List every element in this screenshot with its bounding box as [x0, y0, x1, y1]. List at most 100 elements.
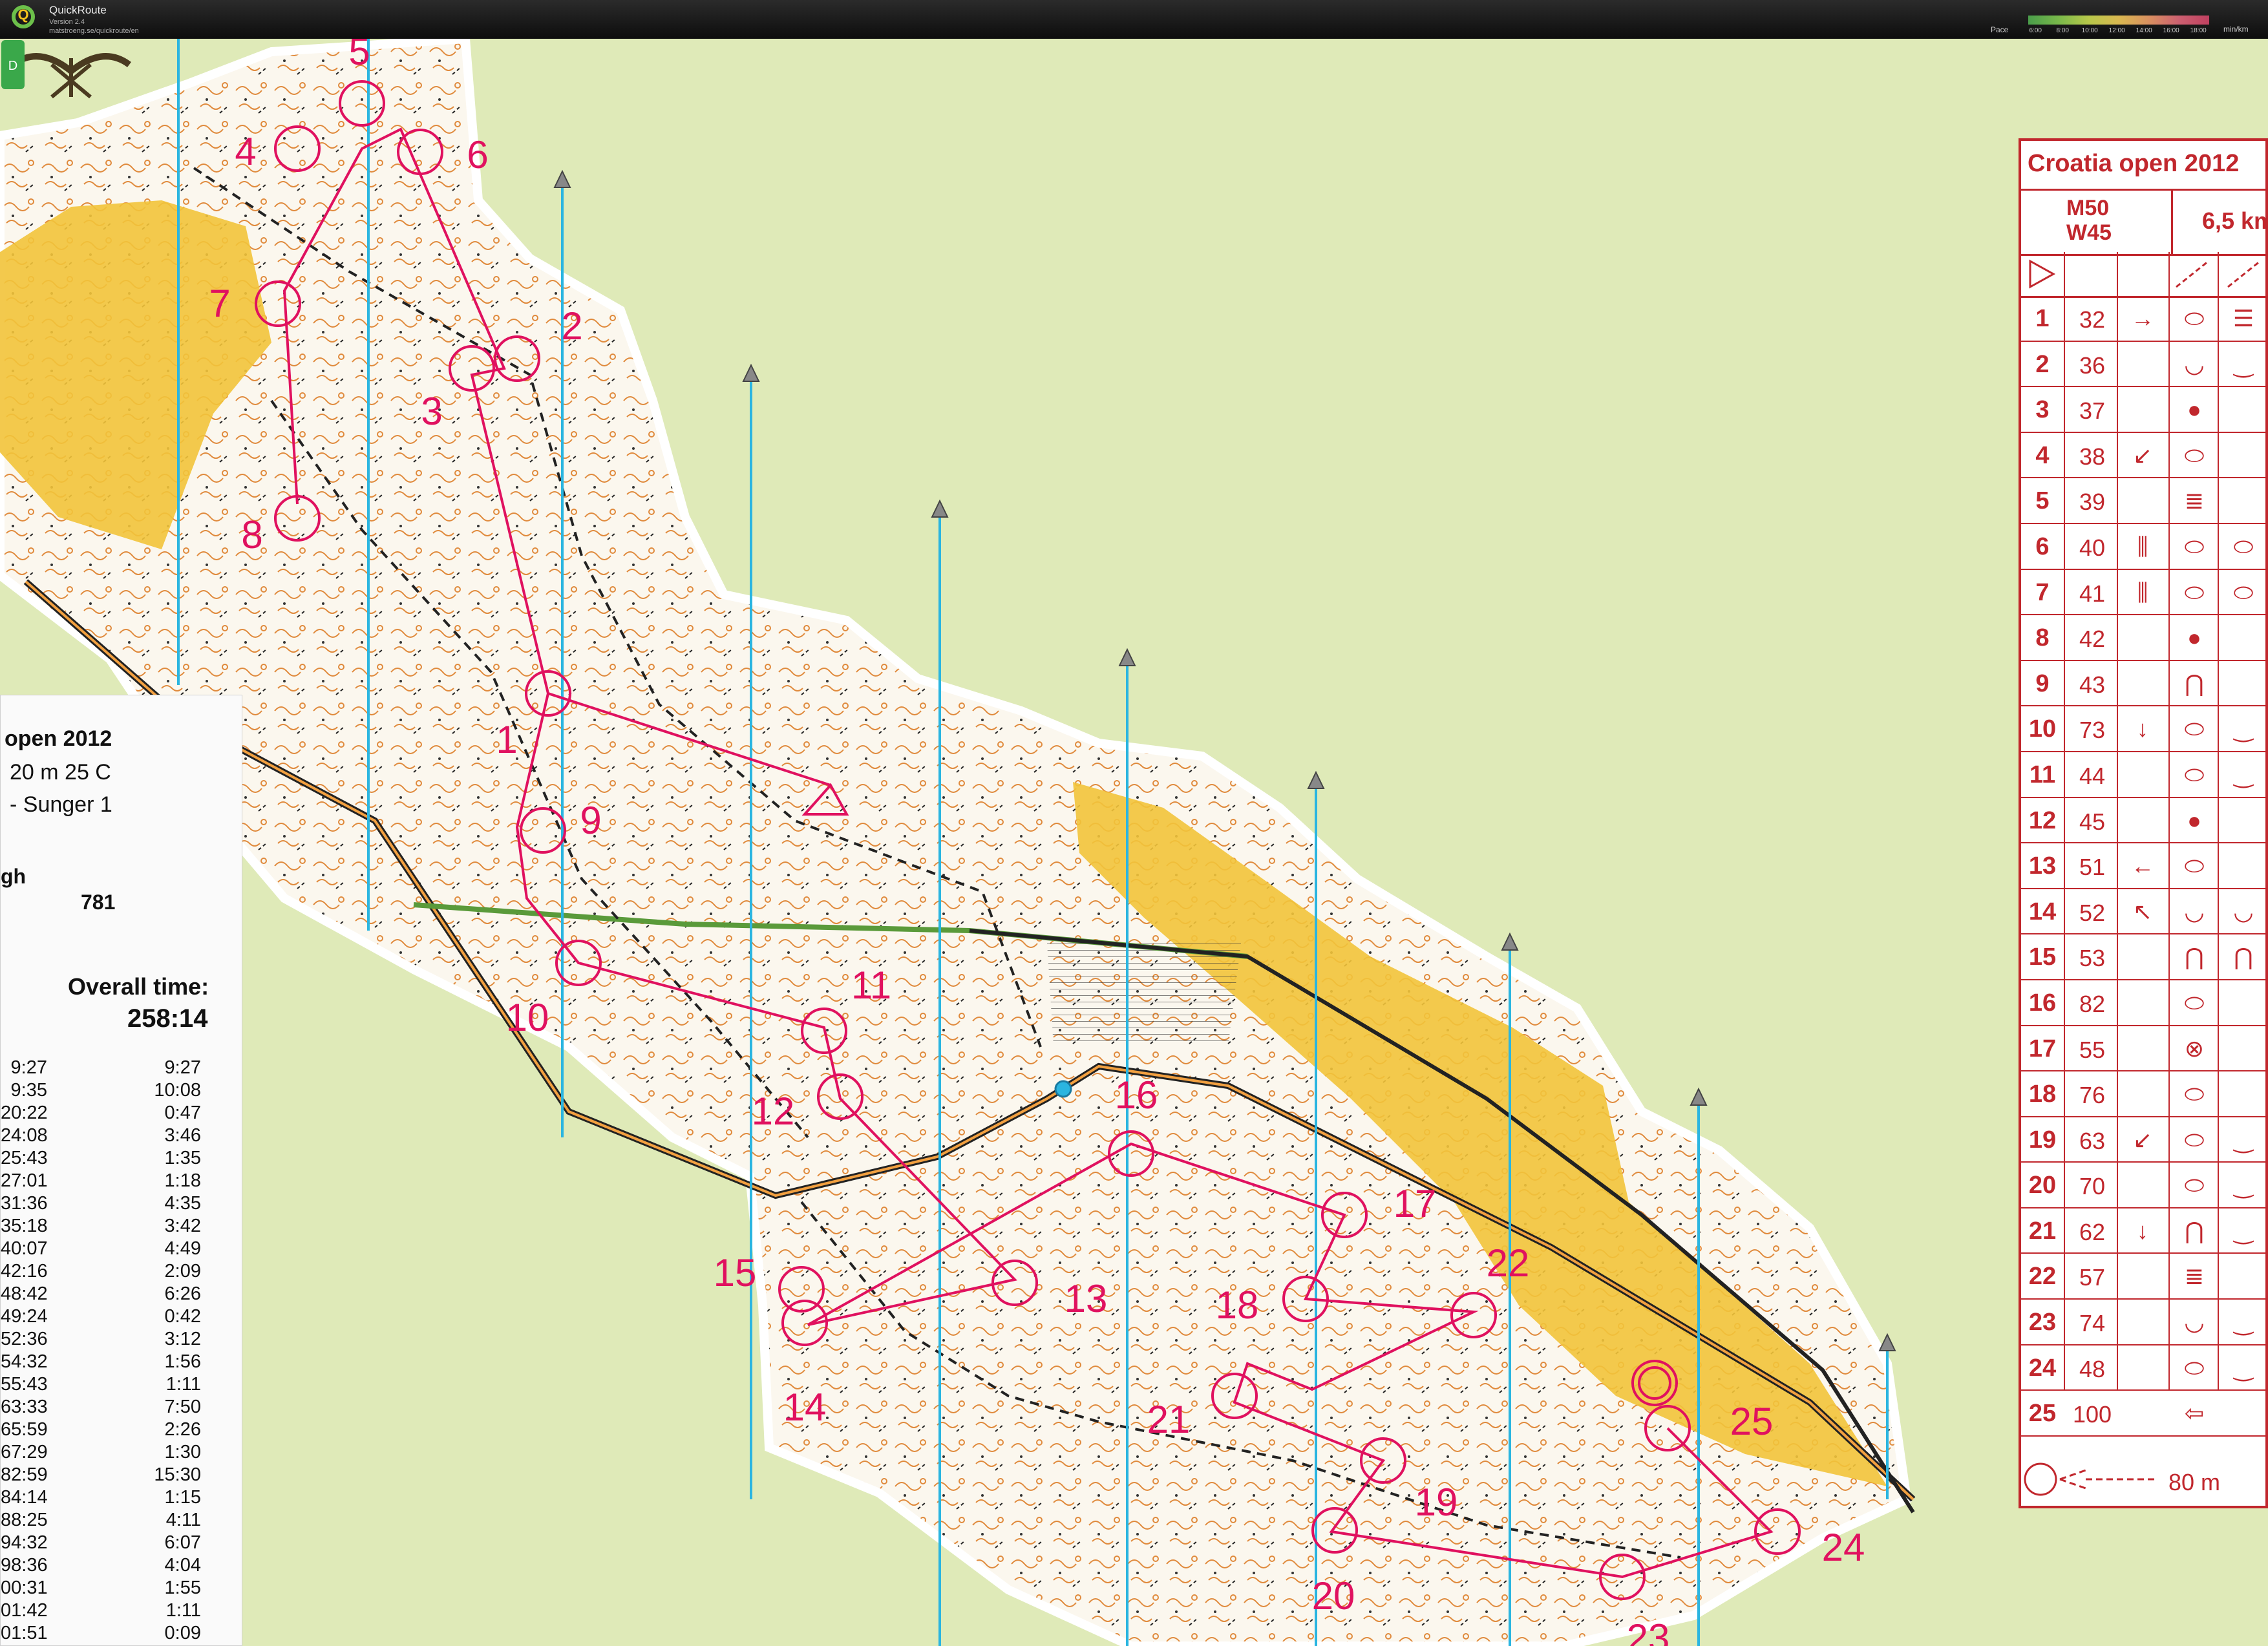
- pace-tick: 8:00: [2056, 27, 2069, 34]
- pace-ticks: 6:00 8:00 10:00 12:00 14:00 16:00 18:00: [2028, 27, 2209, 36]
- split-row: 01:42 1:11: [1, 1600, 201, 1621]
- route-stats-panel: open 2012 20 m 25 C - Sunger 1 gh 781 Ov…: [0, 695, 242, 1646]
- hatched-area: [1047, 944, 1241, 1047]
- split-row: 01:51 0:09: [1, 1623, 201, 1643]
- pace-unit: min/km: [2223, 25, 2249, 34]
- description-row: 19 63 ↙ ⬭ ‿: [2021, 1117, 2268, 1163]
- split-row: 63:33 7:50: [1, 1397, 201, 1417]
- pace-legend: Pace 6:00 8:00 10:00 12:00 14:00 16:00 1…: [1991, 9, 2210, 35]
- control-label: 15: [713, 1251, 757, 1294]
- class-w45: W45: [2066, 220, 2112, 245]
- description-title: Croatia open 2012: [2028, 150, 2240, 177]
- terrain-area: [0, 39, 1912, 1646]
- description-row: 8 42 ●: [2021, 615, 2268, 661]
- control-label: 22: [1486, 1241, 1530, 1285]
- app-name: QuickRoute: [49, 4, 107, 16]
- control-label: 21: [1147, 1398, 1191, 1441]
- pace-tick: 14:00: [2136, 27, 2152, 34]
- quickroute-logo-icon: Q: [10, 4, 36, 32]
- pace-tick: 12:00: [2108, 27, 2125, 34]
- pace-tick: 16:00: [2163, 27, 2179, 34]
- split-row: 67:29 1:30: [1, 1442, 201, 1462]
- stats-line-1: 20 m 25 C: [10, 760, 111, 785]
- split-row: 65:59 2:26: [1, 1419, 201, 1440]
- description-rows: 1 32 → ⬭ ☰ 2 36 ◡ ‿ 3 37 ● 4 38 ↙ ⬭ 5 39 ≣ 6 40 ⫼ ⬭ ⬭ 7 41 ⫼…: [2021, 296, 2268, 1437]
- finish-row: 80 m: [2021, 1456, 2268, 1508]
- orienteering-map[interactable]: 1 2 3 4 5 6 7 8 9 10 11 12 13 14 15 16 1…: [0, 39, 2268, 1646]
- split-row: 42:16 2:09: [1, 1261, 201, 1282]
- split-row: 35:18 3:42: [1, 1216, 201, 1236]
- split-row: 27:01 1:18: [1, 1170, 201, 1191]
- finish-distance: 80 m: [2168, 1469, 2221, 1495]
- description-row: 13 51 ← ⬭: [2021, 843, 2268, 889]
- quickroute-window: Q QuickRoute Version 2.4 matstroeng.se/q…: [0, 0, 2268, 1646]
- app-version: Version 2.4: [49, 18, 85, 26]
- sponsor-badge-icon: D: [1, 40, 25, 89]
- finish-marker-icon: [2024, 1462, 2157, 1496]
- control-label: 25: [1730, 1400, 1774, 1443]
- split-times-list: 9:27 9:27 9:35 10:08 20:22 0:47 24:08 3:46 2…: [1, 1057, 240, 1645]
- start-row: [2021, 252, 2268, 298]
- start-triangle-icon: [2029, 259, 2261, 289]
- description-row: 3 37 ●: [2021, 387, 2268, 433]
- description-row: 12 45 ●: [2021, 798, 2268, 844]
- split-row: 25:43 1:35: [1, 1148, 201, 1168]
- stats-title: open 2012: [5, 726, 112, 751]
- stats-line-3: gh: [1, 865, 26, 888]
- split-row: 54:32 1:56: [1, 1351, 201, 1372]
- course-length: 6,5 km: [2202, 207, 2268, 234]
- control-label: 4: [235, 130, 257, 173]
- control-label: 11: [851, 964, 892, 1007]
- pace-label: Pace: [1991, 25, 2009, 34]
- split-row: 48:42 6:26: [1, 1283, 201, 1304]
- description-row: 18 76 ⬭: [2021, 1071, 2268, 1117]
- description-row: 25 100 ⇦: [2021, 1391, 2268, 1437]
- split-row: 20:22 0:47: [1, 1103, 201, 1123]
- split-row: 9:27 9:27: [10, 1057, 201, 1078]
- split-row: 98:36 4:04: [1, 1555, 201, 1576]
- class-m50: M50: [2066, 196, 2110, 220]
- pace-tick: 6:00: [2029, 27, 2042, 34]
- split-row: 24:08 3:46: [1, 1125, 201, 1146]
- control-label: 1: [496, 718, 518, 761]
- control-label: 10: [505, 996, 549, 1039]
- description-row: 9 43 ⋂: [2021, 661, 2268, 707]
- description-row: 23 74 ◡ ‿: [2021, 1300, 2268, 1345]
- control-label: 19: [1414, 1481, 1458, 1524]
- pace-color-bar: [2028, 16, 2209, 25]
- split-row: 82:59 15:30: [1, 1464, 201, 1485]
- control-label: 24: [1821, 1526, 1865, 1569]
- overall-time-value: 258:14: [127, 1004, 208, 1033]
- description-row: 4 38 ↙ ⬭: [2021, 433, 2268, 479]
- control-label: 17: [1393, 1182, 1437, 1225]
- water-point: [1054, 1080, 1072, 1098]
- split-row: 40:07 4:49: [1, 1238, 201, 1259]
- control-label: 13: [1064, 1277, 1108, 1320]
- control-label: 3: [421, 390, 443, 433]
- description-row: 17 55 ⊗: [2021, 1026, 2268, 1072]
- description-row: 16 82 ⬭: [2021, 980, 2268, 1026]
- split-row: 88:25 4:11: [1, 1510, 201, 1530]
- stats-line-2: - Sunger 1: [10, 792, 112, 817]
- app-url[interactable]: matstroeng.se/quickroute/en: [49, 27, 139, 35]
- description-row: 1 32 → ⬭ ☰: [2021, 296, 2268, 342]
- control-label: 20: [1311, 1574, 1355, 1618]
- pace-tick: 10:00: [2081, 27, 2098, 34]
- description-row: 11 44 ⬭ ‿: [2021, 752, 2268, 798]
- control-label: 9: [580, 799, 602, 842]
- control-label: 2: [561, 304, 583, 348]
- control-label: 8: [241, 513, 263, 556]
- control-label: 18: [1215, 1283, 1259, 1327]
- split-row: 55:43 1:11: [1, 1374, 201, 1395]
- description-header: M50 W45 6,5 km: [2021, 189, 2268, 256]
- split-row: 49:24 0:42: [1, 1306, 201, 1327]
- control-label: 23: [1626, 1616, 1670, 1646]
- control-label: 12: [751, 1090, 795, 1133]
- control-label: 7: [209, 282, 231, 325]
- control-label: 16: [1114, 1073, 1158, 1117]
- description-row: 6 40 ⫼ ⬭ ⬭: [2021, 524, 2268, 570]
- title-bar: Q QuickRoute Version 2.4 matstroeng.se/q…: [0, 0, 2268, 39]
- map-canvas: [0, 39, 1916, 1646]
- description-row: 24 48 ⬭ ‿: [2021, 1345, 2268, 1391]
- description-row: 10 73 ↓ ⬭ ‿: [2021, 706, 2268, 752]
